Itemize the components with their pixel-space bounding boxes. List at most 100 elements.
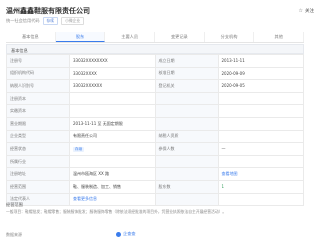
section-header: 基本信息	[6, 44, 304, 54]
table-row: 注册地址 温州市瓯海区 XX 路 查看地图	[6, 167, 304, 181]
row-value-text: 2020-09-09	[221, 70, 245, 76]
row-value	[69, 104, 156, 118]
row-label	[154, 116, 219, 131]
row-value-text[interactable]: 查看地图	[222, 171, 238, 176]
business-scope-section: 经营范围 一般项目：鞋帽批发；鞋帽零售；服装服饰批发；服装服饰零售（除依法须经批…	[6, 202, 304, 214]
row-value: —	[217, 142, 304, 156]
star-icon: ☆	[298, 8, 303, 14]
row-label	[154, 91, 219, 106]
row-label: 纳税人识别号	[6, 79, 70, 93]
status-tag-small: 小微企业	[61, 16, 85, 25]
brand-name: 企查查	[123, 231, 136, 236]
subtitle-row: 统一社会信用代码 存续 小微企业	[6, 16, 85, 25]
follow-button[interactable]: ☆ 关注	[299, 7, 314, 15]
row-label: 注册地址	[6, 167, 70, 181]
row-value-text[interactable]: 查看更多信息	[73, 196, 97, 201]
company-title: 温州鑫鑫鞋服有限责任公司	[6, 7, 90, 15]
row-label: 营业期限	[6, 116, 70, 131]
row-label: 核准日期	[154, 66, 219, 81]
row-value: 33032XXXXXX	[69, 79, 156, 93]
row-label: 股东数	[154, 179, 219, 194]
row-label: 注册号	[6, 54, 70, 68]
row-value-text: 1	[221, 184, 225, 190]
row-label-text: 实缴资本	[10, 108, 26, 114]
tab-change-records[interactable]: 变更记录	[155, 32, 205, 42]
row-value: 鞋、服装制造、加工、销售	[69, 179, 156, 194]
follow-label: 关注	[305, 9, 314, 14]
table-row: 所属行业	[6, 154, 304, 169]
row-label-text: 成立日期	[158, 57, 175, 63]
brand-link[interactable]: 企查查	[116, 231, 136, 237]
table-row: 实缴资本	[6, 104, 304, 118]
tab-shareholders[interactable]: 股东	[55, 32, 106, 42]
table-row: 企业类型 有限责任公司 纳税人资质	[6, 129, 304, 144]
tab-other[interactable]: 其他	[254, 32, 305, 42]
row-value: 33032XXXX	[69, 66, 156, 81]
row-value	[217, 104, 304, 118]
table-row: 组织机构代码 33032XXXX 核准日期 2020-09-09	[6, 66, 304, 81]
row-value-text: 2020-09-05	[221, 83, 245, 89]
row-label: 参保人数	[154, 142, 219, 156]
table-row: 经营范围 鞋、服装制造、加工、销售 股东数 1	[6, 179, 304, 194]
section-title: 基本信息	[11, 47, 28, 53]
row-label: 经营状态	[6, 142, 70, 156]
row-label	[154, 104, 219, 118]
row-label-text: 注册地址	[10, 171, 26, 177]
row-label: 登记机关	[154, 79, 219, 93]
footer-source: 数据来源	[6, 232, 22, 237]
footer: 数据来源 企查查	[6, 231, 304, 239]
company-header: 温州鑫鑫鞋服有限责任公司 统一社会信用代码 存续 小微企业 ☆ 关注	[0, 0, 320, 30]
tab-key-personnel[interactable]: 主要人员	[105, 32, 156, 42]
row-value-text: —	[221, 146, 226, 152]
status-tag-existing: 存续	[42, 16, 59, 25]
row-value: 2020-09-09	[217, 66, 304, 81]
row-label-text: 注册资本	[10, 95, 26, 101]
row-value-text: 2013-11-11 至 无固定期限	[73, 120, 123, 126]
row-label: 经营范围	[6, 179, 70, 194]
table-row: 经营状态 存续 参保人数 —	[6, 142, 304, 156]
row-value-text: 33032XXXX	[73, 70, 97, 76]
row-label: 纳税人资质	[154, 129, 219, 144]
row-value: 有限责任公司	[69, 129, 156, 144]
row-value: 温州市瓯海区 XX 路	[69, 167, 156, 181]
row-label	[154, 167, 219, 181]
tab-basic-info[interactable]: 基本信息	[6, 32, 56, 42]
row-label-text: 纳税人识别号	[10, 82, 34, 88]
row-value-text: 存续	[73, 146, 85, 152]
row-value: 查看地图	[217, 167, 304, 181]
business-scope-text: 一般项目：鞋帽批发；鞋帽零售；服装服饰批发；服装服饰零售（除依法须经批准的项目外…	[6, 209, 227, 214]
row-value: 存续	[69, 142, 156, 156]
row-value-text: 2013-11-11	[221, 58, 245, 64]
row-label-text: 经营范围	[10, 183, 26, 189]
brand-logo-icon	[116, 231, 121, 237]
table-row: 营业期限 2013-11-11 至 无固定期限	[6, 116, 304, 131]
row-value: 2020-09-05	[217, 79, 304, 93]
tab-bar: 基本信息 股东 主要人员 变更记录 分支机构 其他	[6, 32, 305, 43]
row-label-text: 股东数	[158, 183, 171, 189]
row-label-text: 参保人数	[158, 145, 175, 151]
row-value	[69, 91, 156, 106]
row-value-text: 鞋、服装制造、加工、销售	[73, 183, 121, 189]
row-label: 企业类型	[6, 129, 70, 144]
row-value	[217, 116, 304, 131]
row-label-text: 经营状态	[10, 145, 26, 151]
row-label-text: 核准日期	[158, 70, 175, 76]
business-scope-title: 经营范围	[6, 202, 23, 207]
table-row: 注册号 33032XXXXXXXX 成立日期 2013-11-11	[6, 54, 304, 68]
tab-branches[interactable]: 分支机构	[205, 32, 255, 42]
row-label: 注册资本	[6, 91, 70, 106]
row-value: 33032XXXXXXXX	[69, 54, 156, 68]
row-value-text: 33032XXXXXX	[73, 83, 103, 89]
row-label: 成立日期	[154, 54, 219, 68]
info-table: 注册号 33032XXXXXXXX 成立日期 2013-11-11 组织机构代码 3303…	[6, 54, 304, 207]
table-row: 注册资本	[6, 91, 304, 106]
row-value: 1	[217, 179, 304, 194]
row-value	[217, 154, 304, 169]
row-value	[217, 91, 304, 106]
row-label-text: 纳税人资质	[158, 133, 179, 139]
row-label-text: 企业类型	[10, 133, 26, 139]
row-label: 所属行业	[6, 154, 70, 169]
row-label: 组织机构代码	[6, 66, 70, 81]
row-value: 2013-11-11 至 无固定期限	[69, 116, 156, 131]
row-label-text: 组织机构代码	[10, 70, 34, 76]
